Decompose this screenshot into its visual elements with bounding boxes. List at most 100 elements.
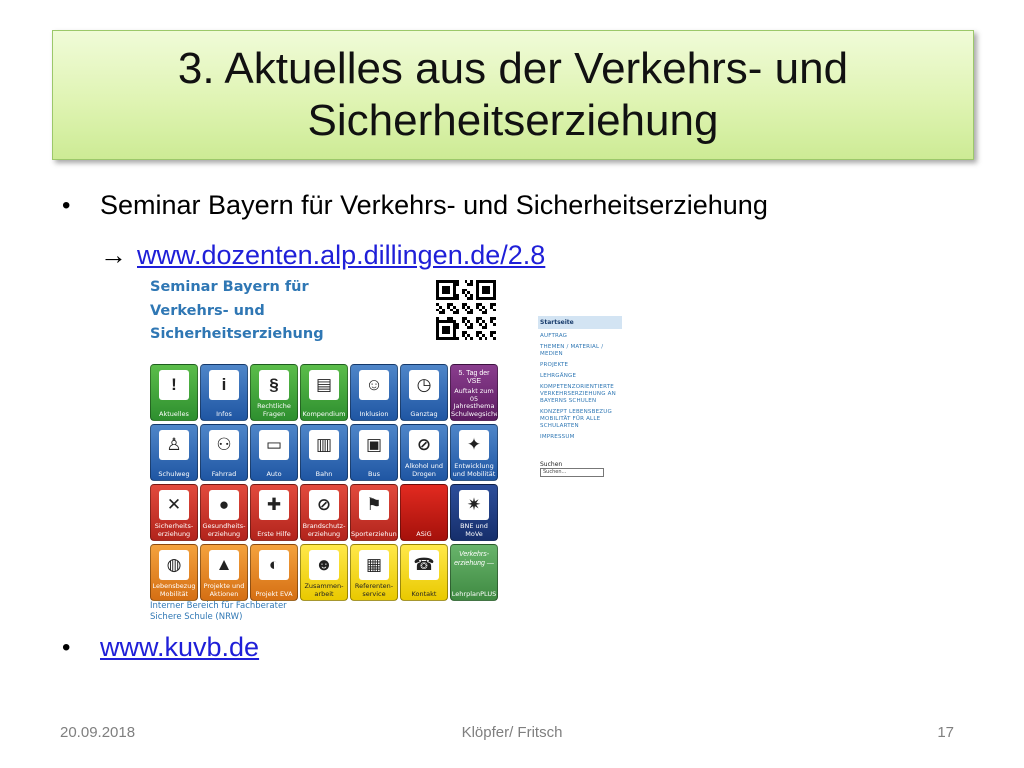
tile[interactable]: ☎ Kontakt (400, 544, 448, 601)
lighthouse-icon: ▲ (209, 550, 239, 580)
sidebar-item[interactable]: Kompetenzorientierte Verkehrserziehung a… (538, 384, 622, 409)
qr-code-icon (436, 280, 496, 340)
tile-label: Referenten- service (354, 582, 394, 598)
tile-label: Bahn (315, 469, 333, 478)
tile[interactable]: ☺ Inklusion (350, 364, 398, 421)
footer-author: Klöpfer/ Fritsch (461, 724, 563, 741)
tile-label: Sicherheits- erziehung (154, 522, 194, 538)
tile[interactable]: ▭ Auto (250, 424, 298, 481)
tile-label: Projekte und Aktionen (203, 582, 245, 598)
search-input[interactable]: Suchen... (540, 468, 604, 477)
tile-label: Schulweg (158, 469, 190, 478)
tile[interactable]: ▤ Kompendium (300, 364, 348, 421)
tile-label: Sporterziehung (351, 529, 398, 538)
tile-label: Bus (368, 469, 380, 478)
tile[interactable]: ✷ BNE und MoVe (450, 484, 498, 541)
tile-label: Aktuelles (159, 409, 189, 418)
tile-label: Infos (216, 409, 232, 418)
tile-label: Rechtliche Fragen (257, 402, 291, 418)
sidebar-item[interactable]: Themen / Material / Medien (538, 344, 622, 362)
sidebar-item[interactable]: Lehrgänge (538, 373, 622, 384)
bicycle-icon: ⚇ (209, 430, 239, 460)
rocket-icon: ✷ (459, 490, 489, 520)
exclamation-icon: ! (159, 370, 189, 400)
tile[interactable]: ▣ Bus (350, 424, 398, 481)
sport-icon: ⚑ (359, 490, 389, 520)
tile[interactable]: ▦ Referenten- service (350, 544, 398, 601)
sidebar-item[interactable]: Konzept Lebensbezug Mobilität für alle S… (538, 409, 622, 434)
tile[interactable]: ⚑ Sporterziehung (350, 484, 398, 541)
site-footer-line[interactable]: Interner Bereich für Fachberater (150, 601, 287, 612)
car-icon: ▭ (259, 430, 289, 460)
info-icon: i (209, 370, 239, 400)
sidebar-item-startseite[interactable]: Startseite (538, 316, 622, 329)
tile[interactable]: ASiG (400, 484, 448, 541)
website-screenshot: Seminar Bayern für Verkehrs- und Sicherh… (138, 274, 622, 623)
slide-title: 3. Aktuelles aus der Verkehrs- und Siche… (178, 43, 848, 147)
tile[interactable]: i Infos (200, 364, 248, 421)
sidebar-item[interactable]: Auftrag (538, 333, 622, 344)
tile[interactable]: ● Gesundheits- erziehung (200, 484, 248, 541)
file-cabinet-icon: ▤ (309, 370, 339, 400)
paragraph-icon: § (259, 370, 289, 400)
tile-label: ASiG (416, 529, 432, 538)
tile-label: Kontakt (411, 589, 437, 598)
kuvb-link[interactable]: www.kuvb.de (100, 632, 259, 662)
tile[interactable]: ▥ Bahn (300, 424, 348, 481)
tile-label: Projekt EVA (255, 589, 293, 598)
tile[interactable]: § Rechtliche Fragen (250, 364, 298, 421)
bus-icon: ▣ (359, 430, 389, 460)
cocktail-icon: ⊘ (409, 430, 439, 460)
tile-label: Auto (266, 469, 282, 478)
tile[interactable]: ✚ Erste Hilfe (250, 484, 298, 541)
hazard-icon: ✕ (159, 490, 189, 520)
tile-label: Fahrrad (211, 469, 237, 478)
lehrplan-icon: Verkehrs- erziehung — (454, 551, 494, 567)
tile[interactable]: ⊘ Alkohol und Drogen (400, 424, 448, 481)
tile[interactable]: ⊘ Brandschutz- erziehung (300, 484, 348, 541)
dozenten-link[interactable]: www.dozenten.alp.dillingen.de/2.8 (137, 240, 545, 270)
link-line: → www.dozenten.alp.dillingen.de/2.8 (100, 240, 545, 271)
tile[interactable]: ☻ Zusammen- arbeit (300, 544, 348, 601)
site-footer-line[interactable]: Sichere Schule (NRW) (150, 612, 287, 623)
site-footer: Interner Bereich für Fachberater Sichere… (150, 601, 287, 623)
tile[interactable]: ✦ Entwicklung und Mobilität (450, 424, 498, 481)
tile-label: Erste Hilfe (257, 529, 291, 538)
tile[interactable]: ▲ Projekte und Aktionen (200, 544, 248, 601)
tile-label: BNE und MoVe (460, 522, 488, 538)
slide-title-line-1: 3. Aktuelles aus der Verkehrs- und (177, 44, 849, 93)
tile-grid: ! Aktuelles i Infos § Rechtliche Fragen ▤ Kompe… (150, 364, 498, 601)
tile-label: Lebensbezug Mobilität (152, 582, 196, 598)
disc-icon: ◍ (159, 550, 189, 580)
tile[interactable]: ◷ Ganztag (400, 364, 448, 421)
tile[interactable]: ◍ Lebensbezug Mobilität (150, 544, 198, 601)
bullet-kuvb: www.kuvb.de (100, 632, 259, 663)
sidebar-item[interactable]: Impressum (538, 434, 622, 445)
tile[interactable]: ◐ Projekt EVA (250, 544, 298, 601)
apple-icon: ● (209, 490, 239, 520)
tile[interactable]: Verkehrs- erziehung — LehrplanPLUS (450, 544, 498, 601)
tile[interactable]: ! Aktuelles (150, 364, 198, 421)
first-aid-icon: ✚ (259, 490, 289, 520)
tile-label: Entwicklung und Mobilität (452, 462, 496, 478)
train-icon: ▥ (309, 430, 339, 460)
tile-label: Zusammen- arbeit (304, 582, 344, 598)
people-icon: ☺ (359, 370, 389, 400)
tile[interactable]: ⚇ Fahrrad (200, 424, 248, 481)
child-figure-icon: ✦ (459, 430, 489, 460)
tile-label: LehrplanPLUS (451, 589, 497, 598)
tile[interactable]: ✕ Sicherheits- erziehung (150, 484, 198, 541)
tile[interactable]: ♙ Schulweg (150, 424, 198, 481)
tile[interactable]: 5. Tag der VSE Auftakt zum 05 Jahresthema… (450, 364, 498, 421)
sidebar-item[interactable]: Projekte (538, 362, 622, 373)
site-sidebar: Startseite Auftrag Themen / Material / M… (538, 316, 622, 477)
title-box: 3. Aktuelles aus der Verkehrs- und Siche… (52, 30, 974, 160)
arrow-icon: → (100, 240, 127, 270)
clock-icon: ◷ (409, 370, 439, 400)
slide-title-line-2: Sicherheitserziehung (307, 96, 719, 145)
bullet-seminar: Seminar Bayern für Verkehrs- und Sicherh… (100, 190, 768, 220)
tile-label: Inklusion (359, 409, 389, 418)
site-title-line: Verkehrs- und (150, 302, 265, 319)
phone-icon: ☎ (409, 550, 439, 580)
teamwork-icon: ☻ (309, 550, 339, 580)
